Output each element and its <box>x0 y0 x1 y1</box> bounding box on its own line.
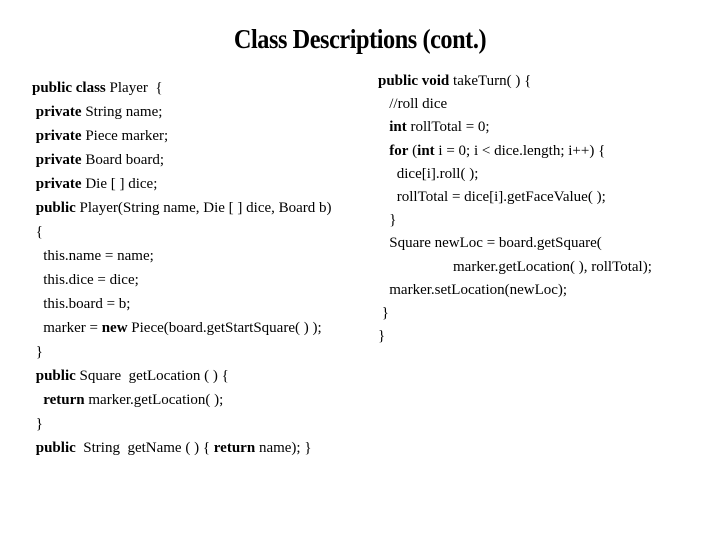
code-text: this.dice = dice; <box>32 272 139 288</box>
code-line: } <box>32 340 332 364</box>
code-keyword: for <box>389 142 409 159</box>
code-text: takeTurn( ) { <box>449 73 532 89</box>
code-line: int rollTotal = 0; <box>378 116 652 139</box>
code-keyword: int <box>417 142 435 159</box>
code-text: Player(String name, Die [ ] dice, Board … <box>75 200 332 216</box>
code-line: for (int i = 0; i < dice.length; i++) { <box>378 140 652 163</box>
code-text: Square getLocation ( ) { <box>75 368 229 384</box>
code-keyword: return <box>213 440 256 456</box>
code-text: Die [ ] dice; <box>81 176 158 192</box>
code-text: ( <box>408 142 418 159</box>
code-text: i = 0; i < dice.length; i++) { <box>434 142 606 159</box>
code-text: } <box>32 416 43 432</box>
code-line: } <box>378 302 652 325</box>
code-keyword: new <box>101 320 128 336</box>
code-line: } <box>378 209 652 232</box>
code-text: Square newLoc = board.getSquare( <box>378 235 602 252</box>
code-text: } <box>378 328 386 345</box>
code-line: this.dice = dice; <box>32 268 332 292</box>
code-line: } <box>32 412 332 436</box>
code-keyword: public <box>35 368 76 384</box>
code-line: marker.getLocation( ), rollTotal); <box>378 256 652 279</box>
code-line: dice[i].roll( ); <box>378 163 652 186</box>
code-text: { <box>32 224 43 240</box>
code-text: marker = <box>32 320 102 336</box>
code-text: } <box>378 212 397 229</box>
code-keyword: private <box>35 104 82 120</box>
code-line: this.name = name; <box>32 244 332 268</box>
code-line: Square newLoc = board.getSquare( <box>378 232 652 255</box>
player-class-code-block: public class Player { private String nam… <box>32 76 332 460</box>
code-line: marker = new Piece(board.getStartSquare(… <box>32 316 332 340</box>
code-text: Piece marker; <box>81 128 169 144</box>
code-text: String getName ( ) { <box>75 440 214 456</box>
code-text: String name; <box>81 104 163 120</box>
code-line: public String getName ( ) { return name)… <box>32 436 332 460</box>
code-keyword: int <box>389 119 407 136</box>
code-text: this.name = name; <box>32 248 154 264</box>
code-text: } <box>32 344 43 360</box>
take-turn-method-code-block: public void takeTurn( ) { //roll dice in… <box>378 70 652 348</box>
code-keyword: private <box>35 176 82 192</box>
code-line: marker.setLocation(newLoc); <box>378 279 652 302</box>
code-line: public void takeTurn( ) { <box>378 70 652 93</box>
code-text: rollTotal = dice[i].getFaceValue( ); <box>378 188 606 205</box>
code-keyword: public class <box>32 80 106 96</box>
code-text: name); } <box>255 440 312 456</box>
code-line: public Player(String name, Die [ ] dice,… <box>32 196 332 220</box>
code-line: this.board = b; <box>32 292 332 316</box>
code-keyword: private <box>35 152 82 168</box>
code-text: //roll dice <box>378 96 448 113</box>
code-text: dice[i].roll( ); <box>378 165 479 182</box>
code-line: public Square getLocation ( ) { <box>32 364 332 388</box>
code-text: Player { <box>105 80 163 96</box>
code-line: rollTotal = dice[i].getFaceValue( ); <box>378 186 652 209</box>
code-text: this.board = b; <box>32 296 131 312</box>
code-text: Piece(board.getStartSquare( ) ); <box>127 320 322 336</box>
code-line: public class Player { <box>32 76 332 100</box>
code-keyword: public void <box>378 73 450 89</box>
code-text: Board board; <box>81 152 165 168</box>
code-keyword: private <box>35 128 82 144</box>
code-text: marker.setLocation(newLoc); <box>378 281 568 298</box>
code-line: private Piece marker; <box>32 124 332 148</box>
code-line: private Board board; <box>32 148 332 172</box>
code-line: } <box>378 325 652 348</box>
code-text: rollTotal = 0; <box>406 119 490 136</box>
code-keyword: public <box>35 200 76 216</box>
code-line: //roll dice <box>378 93 652 116</box>
code-text: } <box>378 304 389 321</box>
code-keyword: return <box>43 392 85 408</box>
code-line: return marker.getLocation( ); <box>32 388 332 412</box>
code-keyword: public <box>35 440 76 456</box>
code-line: private String name; <box>32 100 332 124</box>
code-text: marker.getLocation( ); <box>84 392 224 408</box>
slide-title: Class Descriptions (cont.) <box>233 24 487 54</box>
code-line: private Die [ ] dice; <box>32 172 332 196</box>
code-text: marker.getLocation( ), rollTotal); <box>378 258 652 275</box>
code-line: { <box>32 220 332 244</box>
